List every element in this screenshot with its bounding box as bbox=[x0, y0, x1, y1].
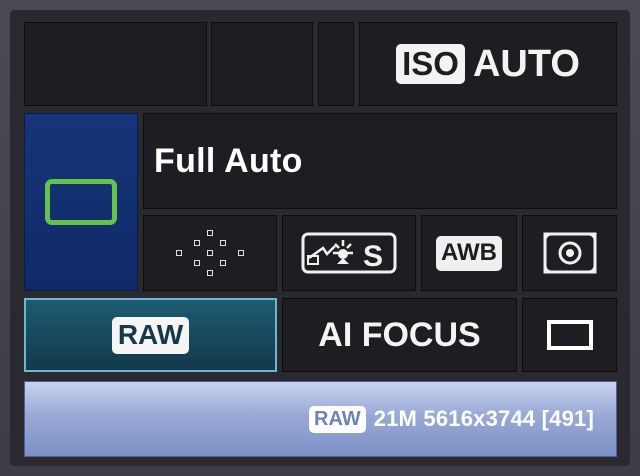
iso-setting[interactable]: ISO AUTO bbox=[359, 22, 617, 106]
evaluative-metering-icon bbox=[543, 232, 596, 274]
af-points-grid-icon bbox=[168, 230, 252, 276]
awb-badge: AWB bbox=[436, 235, 502, 271]
empty-slot-2 bbox=[211, 22, 313, 106]
metering-mode-setting[interactable] bbox=[522, 215, 617, 291]
info-raw-badge: RAW bbox=[309, 405, 366, 433]
white-balance-setting[interactable]: AWB bbox=[421, 215, 517, 291]
mode-rectangle-icon bbox=[45, 179, 117, 225]
iso-badge: ISO bbox=[396, 44, 465, 84]
empty-slot-3 bbox=[318, 22, 354, 106]
shooting-mode-name: Full Auto bbox=[143, 113, 617, 209]
image-size-shots-remaining: 21M 5616x3744 [491] bbox=[373, 406, 594, 431]
image-quality-setting[interactable]: RAW bbox=[24, 298, 277, 372]
af-mode-setting[interactable]: AI FOCUS bbox=[282, 298, 517, 372]
drive-mode-setting[interactable] bbox=[522, 298, 617, 372]
shooting-mode-button[interactable] bbox=[24, 113, 138, 291]
picture-style-icon: S bbox=[301, 232, 397, 274]
picture-style-setting[interactable]: S bbox=[282, 215, 416, 291]
raw-quality-badge: RAW bbox=[111, 316, 190, 354]
iso-value: AUTO bbox=[472, 42, 580, 85]
image-info-bar: RAW 21M 5616x3744 [491] bbox=[24, 381, 617, 457]
af-point-selection[interactable] bbox=[143, 215, 277, 291]
picture-style-letter: S bbox=[363, 240, 383, 273]
af-mode-label: AI FOCUS bbox=[318, 315, 481, 354]
empty-slot-1 bbox=[24, 22, 207, 106]
mode-name-label: Full Auto bbox=[154, 141, 303, 180]
single-shot-drive-icon bbox=[546, 320, 593, 350]
